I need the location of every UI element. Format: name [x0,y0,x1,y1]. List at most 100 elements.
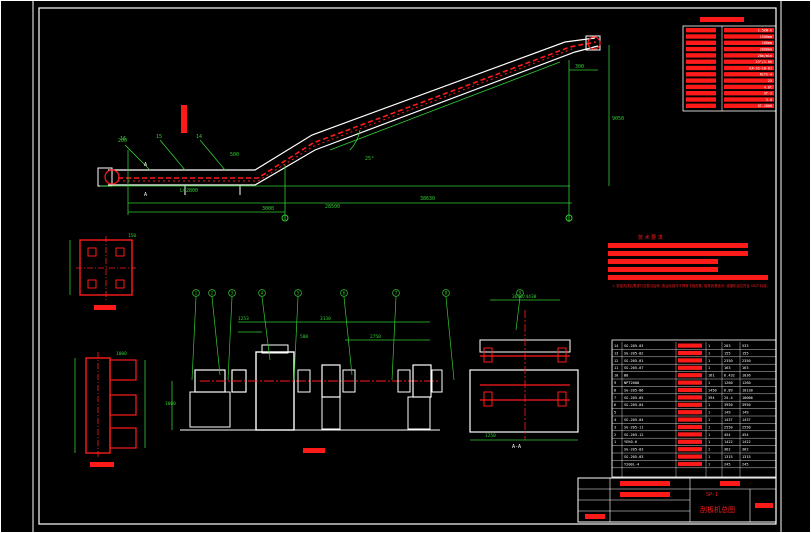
callout-leader [199,139,226,171]
part-callout-number: 5 [297,291,300,296]
parts-row-weight-unit: 1315 [724,455,733,459]
spec-row-value: 3.0 [766,98,772,102]
detail-flange [109,427,137,449]
parts-row-weight-unit: 203 [724,344,731,348]
parts-row-name-field [678,432,702,437]
parts-row-code: YEK0-6 [624,440,637,444]
support-stand [321,396,341,430]
parts-row-qty: 1 [708,403,710,407]
part-callout-number: 7 [395,291,398,296]
parts-row-no: 11 [614,366,618,370]
parts-row-code: SG-205-03 [624,344,643,348]
parts-row-weight-total: 163 [742,366,749,370]
parts-row-code: SG-205-03 [624,448,643,452]
drawing-canvas: 28500 38630 L=2800 500 3000 9050 300 25°… [0,0,811,533]
dim-text: 25° [365,156,374,162]
gearbox [255,351,295,431]
parts-row-no: 4 [614,418,616,422]
spec-row-label-field [686,59,716,64]
parts-row-qty: 1 [708,425,710,429]
detail-dim-text: 1000 [116,351,127,357]
dim-text: 38630 [420,196,435,202]
spec-row-value: GT-1800 [758,104,772,108]
parts-row-weight-unit: 2350 [724,359,733,363]
section-mark: A [144,192,147,198]
dim-text: 300 [575,64,584,70]
parts-row-code: SG-205-02 [624,351,643,355]
spec-table: 1.5kW·h 1500mm 100mm 2000mm 20m/min 23°/1.0h K… [682,17,777,112]
parts-row-name-field [678,417,702,422]
spec-row-label-field [686,34,716,39]
parts-row-qty: 1 [708,433,710,437]
parts-row-name-field [678,402,702,407]
vertical-label-tag [181,105,187,133]
parts-row-weight-unit: 2550 [724,425,733,429]
title-block-field [620,481,670,486]
detail-hole [115,247,125,257]
parts-row-code: SG-205-01 [624,359,643,363]
part-callout-leader [445,296,455,381]
drive-dim-text: 500 [300,334,308,340]
parts-row-weight-total: 10130 [742,388,753,392]
parts-row-name-field [678,395,702,400]
conveyor-upper-edge [108,37,596,171]
callout-label: 16 [120,136,126,142]
spec-table-title-bar [700,17,744,22]
cad-drawing: 28500 38630 L=2800 500 3000 9050 300 25°… [0,0,811,533]
parts-row-name-field [678,365,702,370]
parts-row-weight-unit: 149 [724,411,731,415]
spec-row-label-field [686,40,716,45]
parts-row-qty: 161 [708,374,715,378]
detail-bracket [85,357,111,454]
parts-row-weight-total: 2550 [742,425,751,429]
detail-flange [109,394,137,416]
section-dim-text: 3630/4430 [512,294,537,300]
title-block-field [755,503,773,508]
dim-text: 28500 [325,204,340,210]
parts-row-weight-unit: 163 [724,366,731,370]
spec-row-label-field [686,53,716,58]
callout-leader [159,139,186,171]
spec-row-value: 2000mm [760,48,772,52]
notes-line [608,251,748,256]
parts-row-qty: 1 [708,359,710,363]
drive-dim-text: 2750 [370,334,381,340]
parts-row-no: 3 [614,425,616,429]
technical-notes: 技 术 要 求 1. 安装完成后需进行空载试运转, 各运动部件不得有卡阻现象, … [608,234,770,288]
part-callout-number: 6 [343,291,346,296]
parts-row-qty: 1450 [708,388,717,392]
spec-row-label-field [686,91,716,96]
parts-row-no: 7 [614,396,616,400]
drive-dim-text: 1253 [238,316,249,322]
parts-row-qty: 1 [708,351,710,355]
spec-row-value: KA-SS-10-01 [750,66,772,70]
spec-row-label-field [686,72,716,77]
conveyor-elevation: 28500 38630 L=2800 500 3000 9050 300 25°… [97,35,624,222]
parts-row-name-field [678,373,702,378]
parts-row-no: 13 [614,351,618,355]
part-callouts: 123456789 [191,289,524,381]
parts-row-name-field [678,343,702,348]
parts-row-weight-unit: 25.4 [724,396,733,400]
support-stand [407,396,431,430]
section-aa: 3630/4430 1250 A-A [469,294,579,450]
parts-row-weight-total: 454 [742,433,749,437]
dim-text: 500 [230,152,239,158]
spec-row-value: GT-3 [764,92,772,96]
dim-text: L=2800 [180,188,198,194]
spec-table-rows: 1.5kW·h 1500mm 100mm 2000mm 20m/min 23°/1.0h K… [686,28,774,108]
spec-row-value: 1.5kW·h [758,29,772,33]
spec-row-value: 4.0t [764,85,772,89]
spec-row-label-field [686,103,716,108]
drive-dim-text: 3130 [320,316,331,322]
part-callout-leader [191,296,197,381]
detail-hole [87,247,97,257]
notes-line [608,243,748,248]
spec-row-value: 100mm [762,41,772,45]
parts-row-weight-total: 10006 [742,396,753,400]
parts-table-rows: 14 SG-205-03 1 203 53313 SG-205-02 1 155 15512 SG… [611,342,777,477]
parts-row-weight-total: 3950 [742,403,751,407]
detail-label-tag [90,462,114,467]
notes-line [608,275,768,280]
parts-row-weight-unit: 1260 [724,381,733,385]
